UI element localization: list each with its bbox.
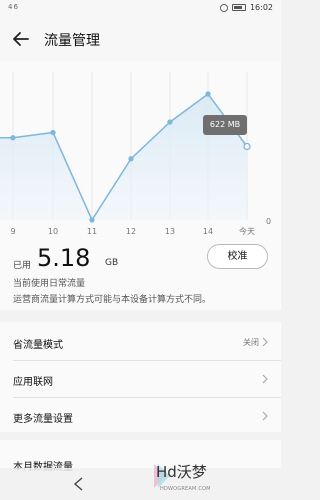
x-tick-label: 12: [126, 227, 136, 236]
more-settings-row[interactable]: 更多流量设置: [0, 398, 281, 435]
used-label: 已用: [13, 261, 32, 271]
x-tick-label: 今天: [239, 226, 255, 236]
data-saver-row[interactable]: 省流量模式 关闭: [0, 324, 281, 361]
watermark-text: Hd沃梦: [156, 463, 207, 481]
data-point: [167, 119, 173, 125]
chart-tooltip: 622 MB: [203, 115, 247, 135]
status-bar: 46 16:02: [0, 0, 281, 18]
y-tick-label: 0: [266, 217, 271, 226]
navigation-bar: [0, 468, 281, 500]
used-value: 5.18: [37, 244, 91, 272]
data-point: [10, 135, 16, 141]
chart-area: [0, 94, 247, 220]
back-arrow-icon[interactable]: [10, 28, 32, 50]
data-saver-value: 关闭: [243, 338, 259, 347]
settings-list: 省流量模式 关闭 应用联网 更多流量设置: [0, 322, 281, 432]
x-tick-label: 9: [10, 227, 15, 236]
watermark-subtext: HDWOGREAM.COM: [160, 486, 211, 492]
used-unit: GB: [105, 258, 119, 268]
status-time: 16:02: [249, 3, 273, 12]
x-tick-label: 14: [203, 227, 213, 236]
data-point: [205, 91, 211, 97]
chevron-right-icon: [262, 374, 268, 384]
usage-card: 9 10 11 12 13 14 今天 0 622 MB: [0, 62, 281, 310]
x-tick-label: 13: [165, 227, 175, 236]
chevron-right-icon: [262, 411, 268, 421]
calculation-note: 运营商流量计算方式可能与本设备计算方式不同。: [13, 295, 212, 305]
data-point: [89, 217, 95, 223]
alarm-icon: [219, 3, 228, 12]
title-bar: 流量管理: [0, 18, 281, 62]
calibrate-button[interactable]: 校准: [207, 244, 268, 269]
app-network-row[interactable]: 应用联网: [0, 361, 281, 398]
chevron-right-icon: [262, 337, 268, 347]
data-point: [243, 142, 251, 151]
battery-icon: [231, 4, 246, 11]
more-settings-label: 更多流量设置: [13, 414, 73, 425]
x-tick-label: 11: [87, 227, 97, 236]
data-saver-label: 省流量模式: [13, 340, 63, 351]
page-title: 流量管理: [44, 33, 100, 49]
nav-back-icon[interactable]: [70, 475, 88, 493]
usage-line-chart: 9 10 11 12 13 14 今天 0: [0, 72, 271, 236]
signal-indicator: 46: [8, 3, 19, 11]
app-network-label: 应用联网: [13, 377, 53, 388]
data-point: [128, 156, 134, 162]
current-plan-note: 当前使用日常流量: [13, 279, 86, 289]
x-tick-label: 10: [48, 227, 58, 236]
data-point: [50, 129, 56, 136]
